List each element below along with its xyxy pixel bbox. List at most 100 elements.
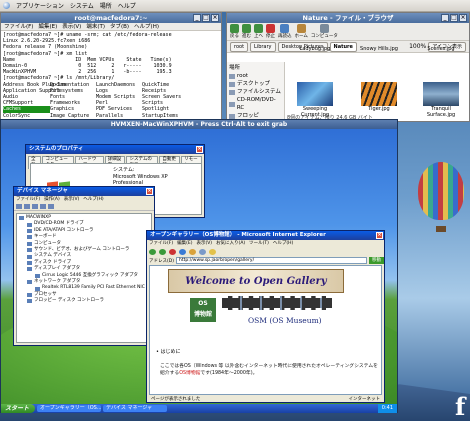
file-item[interactable]: Ladybug.jpg xyxy=(295,46,335,52)
back-icon[interactable] xyxy=(149,248,156,255)
taskbar-item-device-manager[interactable]: デバイス マネージャ xyxy=(103,405,168,412)
terminal-titlebar[interactable]: root@macfedora7:~ _ □ × xyxy=(1,13,221,23)
device-icon xyxy=(27,222,32,227)
menu-help[interactable]: ヘルプ(H) xyxy=(134,23,159,30)
stop-icon[interactable] xyxy=(169,248,176,255)
device-icon xyxy=(19,216,24,221)
start-button[interactable]: スタート xyxy=(1,404,36,413)
file-item[interactable]: Snowy Hills.jpg xyxy=(359,46,399,52)
sidebar-item-filesystem[interactable]: ファイルシステム xyxy=(229,88,282,96)
computer-button[interactable]: コンピュータ xyxy=(311,24,338,39)
menu-view[interactable]: 表示(V) xyxy=(62,23,81,30)
menu-file[interactable]: ファイル(F) xyxy=(4,23,33,30)
search-icon[interactable] xyxy=(199,248,206,255)
favorites-icon[interactable] xyxy=(209,248,216,255)
back-button[interactable]: 戻る xyxy=(230,24,239,39)
panel-menu-help[interactable]: ヘルプ xyxy=(118,1,136,10)
menu-file[interactable]: ファイル(F) xyxy=(149,240,173,247)
menu-view[interactable]: 表示(V) xyxy=(64,196,80,203)
window-title: デバイス マネージャ xyxy=(17,188,68,194)
go-button[interactable]: 移動 xyxy=(369,257,384,264)
menu-favorites[interactable]: お気に入り(A) xyxy=(216,240,245,247)
ls-entry: ColorSync xyxy=(3,112,31,119)
device-icon xyxy=(35,286,40,291)
forward-button[interactable]: 進む xyxy=(242,24,251,39)
properties-icon[interactable] xyxy=(32,204,38,209)
help-icon[interactable] xyxy=(40,204,46,209)
system-tray-clock[interactable]: 0:41 xyxy=(377,404,397,413)
window-title: オープンギャラリー（OS博物館） - Microsoft Internet Ex… xyxy=(150,232,326,238)
drive-icon xyxy=(229,89,235,95)
device-tree[interactable]: MACWINXP DVD/CD-ROM ドライブ IDE ATA/ATAPI コント… xyxy=(16,213,152,343)
maximize-icon[interactable]: □ xyxy=(450,14,458,22)
sidebar-item-desktop[interactable]: デスクトップ xyxy=(229,80,282,88)
forward-icon[interactable] xyxy=(159,248,166,255)
computer-icon xyxy=(319,24,329,33)
xp-desktop[interactable]: システムのプロパティ × 全般 コンピュータ名 ハードウェア 詳細設定 システム… xyxy=(1,129,397,404)
forward-icon[interactable] xyxy=(24,204,30,209)
vm-window[interactable]: HVMXEN-MacWinXPHVM - Press Ctrl-Alt to e… xyxy=(0,119,398,413)
system-properties-titlebar[interactable]: システムのプロパティ × xyxy=(26,145,204,154)
reload-button[interactable]: 再読込 xyxy=(278,24,292,39)
taskbar-item-ie[interactable]: オープンギャラリー（OS... xyxy=(37,405,102,412)
close-icon[interactable]: × xyxy=(211,14,219,22)
back-icon[interactable] xyxy=(16,204,22,209)
gnome-top-panel: アプリケーション システム 場所 ヘルプ xyxy=(0,0,470,12)
home-icon[interactable] xyxy=(189,248,196,255)
device-tree-node[interactable]: フロッピー ディスク コントローラ xyxy=(19,298,149,304)
web-page[interactable]: Welcome to Open Gallery OS 博物館 OSM (OS M… xyxy=(149,265,382,395)
vm-titlebar[interactable]: HVMXEN-MacWinXPHVM - Press Ctrl-Alt to e… xyxy=(1,120,397,129)
ie-titlebar[interactable]: オープンギャラリー（OS博物館） - Microsoft Internet Ex… xyxy=(147,231,384,240)
file-item[interactable]: Tiger.jpg xyxy=(359,82,399,112)
device-icon xyxy=(27,229,32,234)
address-input[interactable]: http://www.sp.jaorb/open/gallery/ xyxy=(175,257,367,264)
menu-action[interactable]: 操作(A) xyxy=(44,196,60,203)
file-item[interactable]: Tranquil Surface.jpg xyxy=(421,82,461,118)
menu-edit[interactable]: 編集(E) xyxy=(38,23,57,30)
stop-button[interactable]: 停止 xyxy=(266,24,275,39)
refresh-icon[interactable] xyxy=(179,248,186,255)
file-browser-window[interactable]: Nature - ファイル・ブラウザ _ □ × 戻る 進む 上へ 停止 再読込… xyxy=(226,12,470,123)
file-item[interactable]: Scenes.jpg xyxy=(421,46,461,52)
panel-menu-system[interactable]: システム xyxy=(70,1,94,10)
stop-label: 停止 xyxy=(266,34,275,39)
sidebar-label: CD-ROM/DVD-RC xyxy=(236,97,276,111)
close-icon[interactable]: × xyxy=(459,14,467,22)
intro-bullet[interactable]: • はじめに xyxy=(156,348,181,355)
maximize-icon[interactable]: □ xyxy=(202,14,210,22)
menu-view[interactable]: 表示(V) xyxy=(196,240,212,247)
menu-edit[interactable]: 編集(E) xyxy=(177,240,192,247)
menu-help[interactable]: ヘルプ(H) xyxy=(273,240,293,247)
gnome-foot-icon[interactable] xyxy=(3,2,10,9)
path-button-root[interactable]: root xyxy=(230,41,249,52)
scan-icon[interactable] xyxy=(48,204,54,209)
device-manager-titlebar[interactable]: デバイス マネージャ × xyxy=(14,187,154,196)
sidebar-item-root[interactable]: root xyxy=(229,72,282,80)
osm-heading: OSM (OS Museum) xyxy=(248,316,322,325)
file-icon-view[interactable]: Ladybug.jpg Snowy Hills.jpg Scenes.jpg S… xyxy=(287,46,470,118)
close-icon[interactable]: × xyxy=(146,188,153,195)
terminal-title: root@macfedora7:~ xyxy=(74,14,148,22)
file-name: Snowy Hills.jpg xyxy=(360,46,398,52)
close-icon[interactable]: × xyxy=(196,146,203,153)
menu-terminal[interactable]: 端末(T) xyxy=(86,23,105,30)
up-button[interactable]: 上へ xyxy=(254,24,263,39)
panel-menu-places[interactable]: 場所 xyxy=(100,1,112,10)
close-icon[interactable]: × xyxy=(376,232,383,239)
menu-tools[interactable]: ツール(T) xyxy=(249,240,269,247)
menu-tabs[interactable]: タブ(B) xyxy=(110,23,129,30)
sidebar-item-cdrom[interactable]: CD-ROM/DVD-RC xyxy=(229,96,282,112)
device-manager-window[interactable]: デバイス マネージャ × ファイル(F) 操作(A) 表示(V) ヘルプ(H) … xyxy=(13,186,155,346)
minimize-icon[interactable]: _ xyxy=(441,14,449,22)
menu-file[interactable]: ファイル(F) xyxy=(16,196,40,203)
panel-menu-applications[interactable]: アプリケーション xyxy=(16,1,64,10)
minimize-icon[interactable]: _ xyxy=(193,14,201,22)
osm-link[interactable]: OS博物館 xyxy=(179,371,200,376)
internet-explorer-window[interactable]: オープンギャラリー（OS博物館） - Microsoft Internet Ex… xyxy=(146,230,385,403)
home-button[interactable]: ホーム xyxy=(295,24,308,39)
status-text: ページが表示されました xyxy=(151,397,201,402)
file-browser-titlebar[interactable]: Nature - ファイル・ブラウザ _ □ × xyxy=(227,13,469,23)
path-button-library[interactable]: Library xyxy=(250,41,276,52)
file-item[interactable]: Sweeping Current.jpg xyxy=(295,82,335,118)
menu-help[interactable]: ヘルプ(H) xyxy=(83,196,103,203)
